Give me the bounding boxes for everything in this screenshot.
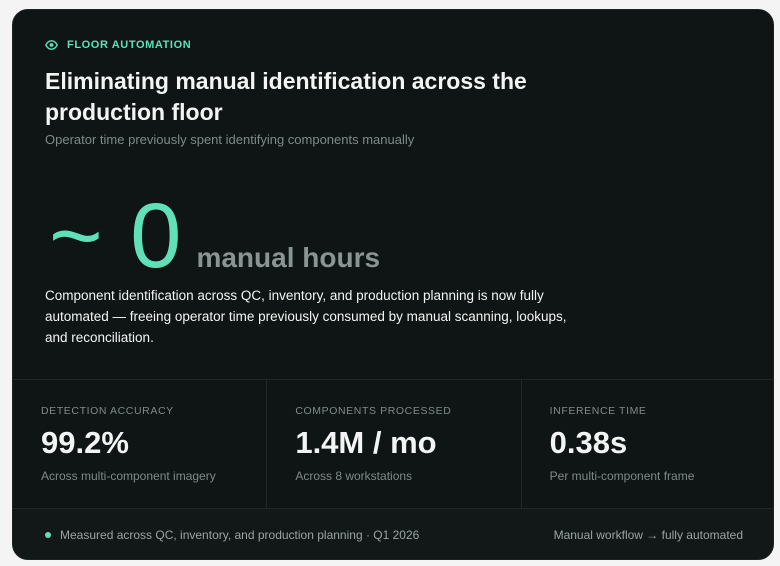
hero-description: Component identification across QC, inve… [45, 288, 567, 345]
page-subtitle: Operator time previously spent identifyi… [45, 132, 415, 147]
eye-icon [45, 40, 58, 50]
hero-metric: ~ 0 manual hours [49, 188, 380, 284]
stat-value: 99.2% [41, 425, 129, 460]
stat-label: COMPONENTS PROCESSED [295, 405, 452, 417]
stat-note: Across 8 workstations [295, 469, 413, 483]
eyebrow: FLOOR AUTOMATION [45, 39, 191, 51]
footer-left-text: Measured across QC, inventory, and produ… [60, 528, 420, 542]
footer-measurement: Measured across QC, inventory, and produ… [45, 528, 419, 542]
card-footer: Measured across QC, inventory, and produ… [13, 508, 773, 559]
stat-components-processed: COMPONENTS PROCESSED 1.4M / mo Across 8 … [266, 380, 520, 509]
stat-label: DETECTION ACCURACY [41, 405, 174, 417]
stat-inference-time: INFERENCE TIME 0.38s Per multi-component… [520, 380, 773, 509]
stat-note: Per multi-component frame [549, 469, 695, 483]
stat-label: INFERENCE TIME [549, 405, 647, 417]
hero-unit: manual hours [196, 242, 381, 273]
footer-right-text: Manual workflow → fully automated [553, 528, 743, 542]
page-title: Eliminating manual identification across… [45, 68, 527, 125]
hero-value: ~ 0 [49, 185, 183, 287]
stats-row: DETECTION ACCURACY 99.2% Across multi-co… [13, 379, 773, 509]
automation-card: FLOOR AUTOMATION Eliminating manual iden… [12, 9, 774, 560]
eyebrow-label: FLOOR AUTOMATION [67, 39, 192, 51]
status-dot-icon [45, 532, 51, 538]
stat-value: 1.4M / mo [295, 425, 437, 460]
stat-note: Across multi-component imagery [41, 469, 216, 483]
stat-value: 0.38s [549, 425, 628, 460]
stat-detection-accuracy: DETECTION ACCURACY 99.2% Across multi-co… [13, 380, 266, 509]
